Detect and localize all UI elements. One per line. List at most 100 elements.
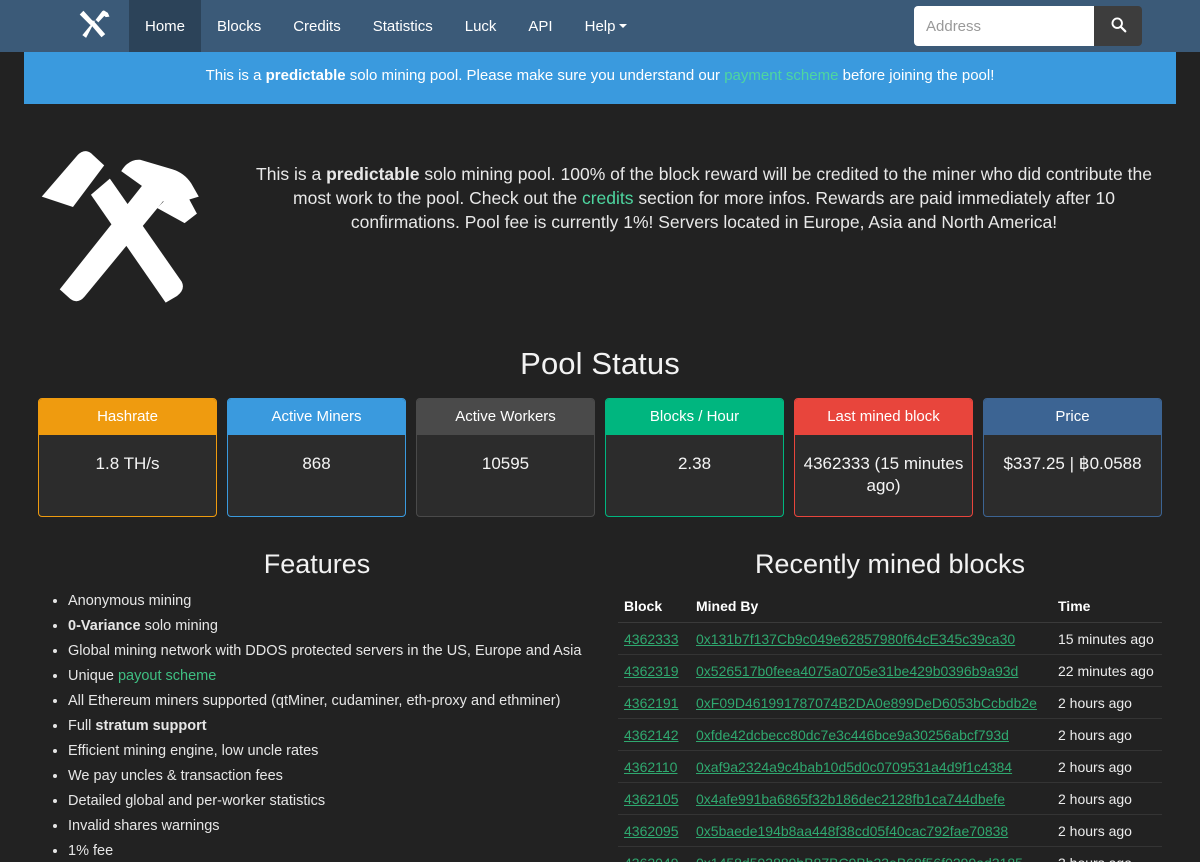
cell-mined-by: 0x1458d593889bB87BC9Bb33eB68f56f0299ad31…	[690, 846, 1052, 862]
pool-logo	[20, 132, 230, 318]
recent-blocks-title: Recently mined blocks	[754, 549, 1026, 580]
nav-item-credits[interactable]: Credits	[277, 0, 357, 52]
column-header-mined-by: Mined By	[690, 592, 1052, 624]
payment-scheme-alert: This is a predictable solo mining pool. …	[24, 52, 1176, 104]
cell-mined-by: 0x4afe991ba6865f32b186dec2128fb1ca744dbe…	[690, 782, 1052, 815]
cell-mined-by: 0xfde42dcbecc80dc7e3c446bce9a30256abcf79…	[690, 718, 1052, 751]
nav-item-help[interactable]: Help	[569, 0, 644, 52]
cell-block: 4362105	[618, 782, 690, 815]
chevron-down-icon	[619, 24, 628, 28]
feature-text: Unique	[68, 668, 118, 685]
cell-time: 2 hours ago	[1052, 814, 1162, 847]
feature-text: Detailed global and per-worker statistic…	[68, 793, 326, 809]
panel-value: 868	[302, 453, 331, 473]
cell-block: 4362110	[618, 750, 690, 783]
payment-scheme-link[interactable]: payment scheme	[724, 67, 838, 84]
status-panel-price: Price $337.25 | ฿0.0588	[983, 397, 1162, 518]
nav-item-label: Statistics	[372, 17, 433, 35]
crossed-hammers-logo	[30, 138, 220, 318]
nav-item-label: Credits	[293, 17, 341, 35]
credits-link[interactable]: credits	[582, 188, 634, 208]
search-button[interactable]	[1094, 6, 1142, 46]
panel-heading: Last mined block	[795, 398, 972, 435]
features-title: Features	[263, 549, 371, 580]
block-number-link[interactable]: 4362095	[624, 823, 679, 839]
block-number-link[interactable]: 4362191	[624, 695, 679, 711]
feature-item: 1% fee	[68, 842, 596, 862]
panel-heading: Active Miners	[228, 398, 405, 435]
table-row: 4362049 0x1458d593889bB87BC9Bb33eB68f56f0…	[618, 846, 1162, 862]
feature-text: We pay uncles & transaction fees	[68, 768, 283, 785]
miner-address-link[interactable]: 0xaf9a2324a9c4bab10d5d0c0709531a4d9f1c43…	[696, 759, 1012, 775]
jumbotron-description: This is a predictable solo mining pool. …	[230, 132, 1180, 234]
nav-item-luck[interactable]: Luck	[449, 0, 513, 52]
nav-item-label: Home	[145, 17, 186, 35]
miner-address-link[interactable]: 0x131b7f137Cb9c049e62857980f64cE345c39ca…	[696, 631, 1015, 647]
pool-status-panels: Hashrate 1.8 TH/s Active Miners 868 Acti…	[0, 397, 1200, 518]
panel-value: 2.38	[677, 453, 712, 473]
alert-bold-predictable: predictable	[265, 67, 346, 84]
cell-time: 2 hours ago	[1052, 750, 1162, 783]
block-number-link[interactable]: 4362105	[624, 791, 679, 807]
nav-item-label: API	[528, 17, 553, 35]
table-row: 4362142 0xfde42dcbecc80dc7e3c446bce9a3025…	[618, 718, 1162, 751]
jumbo-bold-predictable: predictable	[326, 163, 420, 184]
table-row: 4362333 0x131b7f137Cb9c049e62857980f64cE3…	[618, 622, 1162, 655]
feature-text: Anonymous mining	[68, 593, 192, 610]
cell-block: 4362095	[618, 814, 690, 847]
feature-text: All Ethereum miners supported (qtMiner, …	[68, 693, 561, 710]
feature-text: Efficient mining engine, low uncle rates	[68, 743, 319, 760]
miner-address-link[interactable]: 0x5baede194b8aa448f38cd05f40cac792fae708…	[696, 823, 1008, 839]
crossed-hammers-icon	[76, 9, 110, 44]
nav-item-home[interactable]: Home	[129, 0, 202, 52]
panel-heading: Hashrate	[39, 398, 216, 435]
feature-item: Efficient mining engine, low uncle rates	[68, 742, 596, 762]
cell-mined-by: 0x5baede194b8aa448f38cd05f40cac792fae708…	[690, 814, 1052, 847]
miner-address-link[interactable]: 0x526517b0feea4075a0705e31be429b0396b9a9…	[696, 663, 1018, 679]
nav-item-statistics[interactable]: Statistics	[357, 0, 449, 52]
block-number-link[interactable]: 4362049	[624, 855, 679, 862]
table-row: 4362110 0xaf9a2324a9c4bab10d5d0c0709531a4…	[618, 750, 1162, 783]
brand-logo-link[interactable]	[57, 0, 129, 52]
address-search-form	[914, 0, 1200, 52]
cell-block: 4362142	[618, 718, 690, 751]
feature-item: 0-Variance solo mining	[68, 617, 596, 637]
lower-content: Features Anonymous mining 0-Variance solo…	[0, 517, 1200, 862]
cell-block: 4362049	[618, 846, 690, 862]
miner-address-link[interactable]: 0x1458d593889bB87BC9Bb33eB68f56f0299ad31…	[696, 855, 1023, 862]
miner-address-link[interactable]: 0xfde42dcbecc80dc7e3c446bce9a30256abcf79…	[696, 727, 1009, 743]
top-navbar: Home Blocks Credits Statistics Luck API …	[0, 0, 1200, 52]
table-row: 4362105 0x4afe991ba6865f32b186dec2128fb1c…	[618, 782, 1162, 815]
table-row: 4362095 0x5baede194b8aa448f38cd05f40cac79…	[618, 814, 1162, 847]
cell-mined-by: 0xaf9a2324a9c4bab10d5d0c0709531a4d9f1c43…	[690, 750, 1052, 783]
miner-address-link[interactable]: 0x4afe991ba6865f32b186dec2128fb1ca744dbe…	[696, 791, 1005, 807]
recent-blocks-table: Block Mined By Time 4362333 0x131b7f137Cb…	[618, 592, 1162, 862]
feature-text: Full	[68, 718, 96, 735]
feature-bold: stratum support	[95, 718, 207, 735]
block-number-link[interactable]: 4362142	[624, 727, 679, 743]
status-panel-blocks-per-hour: Blocks / Hour 2.38	[605, 397, 784, 518]
nav-item-label: Luck	[464, 17, 497, 35]
nav-item-api[interactable]: API	[512, 0, 568, 52]
block-number-link[interactable]: 4362110	[624, 759, 677, 775]
nav-item-blocks[interactable]: Blocks	[201, 0, 277, 52]
jumbo-text-part1: This is a	[256, 163, 327, 184]
feature-text: Global mining network with DDOS protecte…	[68, 643, 582, 660]
cell-time: 22 minutes ago	[1052, 654, 1162, 687]
nav-item-label: Blocks	[217, 17, 262, 35]
status-panel-hashrate: Hashrate 1.8 TH/s	[38, 397, 217, 518]
panel-heading: Price	[984, 398, 1161, 435]
block-number-link[interactable]: 4362333	[624, 631, 679, 647]
search-icon	[1110, 16, 1127, 36]
search-input[interactable]	[914, 6, 1094, 46]
feature-link[interactable]: payout scheme	[118, 668, 216, 684]
cell-time: 3 hours ago	[1052, 846, 1162, 862]
cell-time: 15 minutes ago	[1052, 622, 1162, 655]
alert-text-part3: before joining the pool!	[838, 67, 995, 84]
miner-address-link[interactable]: 0xF09D461991787074B2DA0e899DeD6053bCcbdb…	[696, 695, 1037, 711]
panel-value: $337.25 | ฿0.0588	[1003, 453, 1142, 473]
cell-mined-by: 0x131b7f137Cb9c049e62857980f64cE345c39ca…	[690, 622, 1052, 655]
table-row: 4362191 0xF09D461991787074B2DA0e899DeD605…	[618, 686, 1162, 719]
features-list: Anonymous mining 0-Variance solo mining Gl…	[38, 592, 596, 862]
block-number-link[interactable]: 4362319	[624, 663, 679, 679]
